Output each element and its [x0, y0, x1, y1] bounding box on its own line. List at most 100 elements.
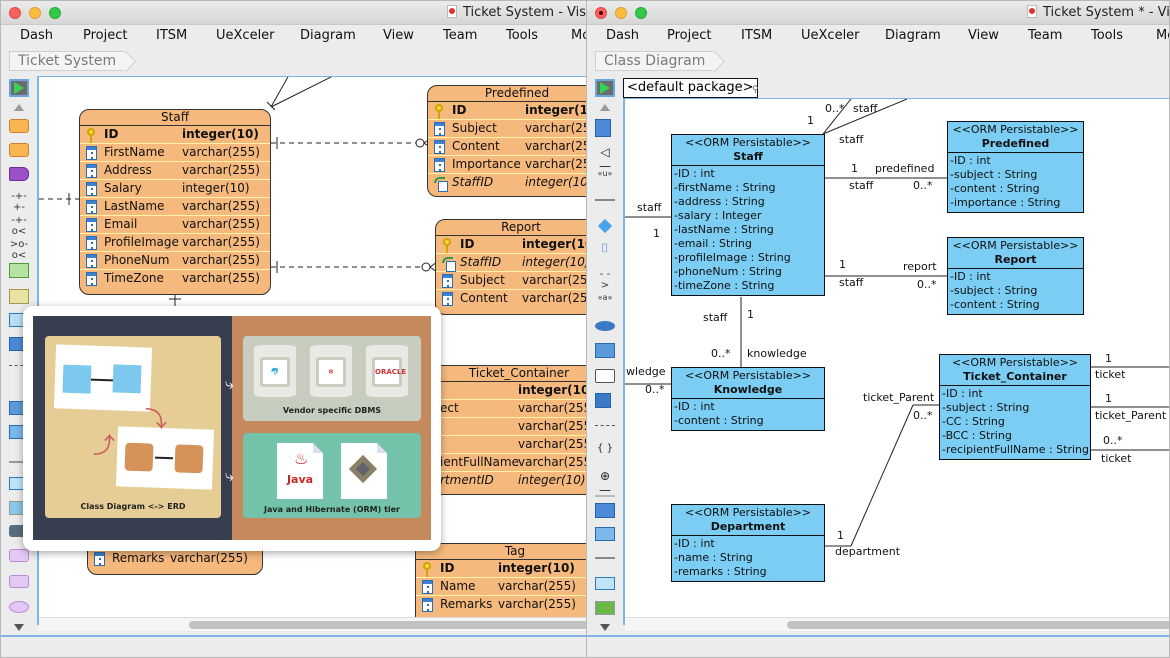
class-attribute[interactable]: -content : String: [948, 182, 1083, 196]
collaboration-icon[interactable]: [595, 321, 615, 331]
class-department[interactable]: <<ORM Persistable>> Department -ID : int…: [671, 504, 825, 582]
class-attribute[interactable]: -profileImage : String: [672, 251, 824, 265]
table-record-icon[interactable]: [9, 263, 29, 278]
class-attribute[interactable]: -content : String: [948, 298, 1083, 312]
containment-icon[interactable]: ⌷: [595, 241, 615, 259]
entity-column[interactable]: LastName varchar(255): [80, 198, 270, 216]
class-attribute[interactable]: -firstName : String: [672, 181, 824, 195]
menu-view[interactable]: View: [383, 28, 414, 43]
class-attribute[interactable]: -name : String: [672, 551, 824, 565]
entity-column[interactable]: ID integer(10): [436, 236, 589, 254]
entity-column[interactable]: ID integer(10): [416, 560, 589, 578]
zoom-window-button[interactable]: [49, 7, 61, 19]
scrollbar-thumb[interactable]: [189, 621, 589, 629]
menu-dash[interactable]: Dash: [20, 28, 53, 43]
entity-icon[interactable]: [9, 119, 29, 133]
scroll-up-icon[interactable]: [595, 100, 615, 118]
class-attribute[interactable]: -ID : int: [948, 270, 1083, 284]
image-icon[interactable]: [595, 601, 615, 615]
many-to-many-relationship-icon[interactable]: >o-o<: [9, 239, 29, 261]
entity-column[interactable]: Remarks varchar(255): [416, 596, 589, 614]
scroll-up-icon[interactable]: [9, 100, 29, 118]
association-icon[interactable]: [595, 199, 615, 201]
entity-column[interactable]: Salary integer(10): [80, 180, 270, 198]
entity-column[interactable]: Email varchar(255): [80, 216, 270, 234]
entity-tag[interactable]: Tag ID integer(10) Name varchar(255) Remarks…: [415, 543, 589, 625]
note-icon[interactable]: [595, 393, 611, 408]
association-line[interactable]: [850, 404, 914, 547]
view-icon[interactable]: [9, 143, 29, 157]
class-predefined[interactable]: <<ORM Persistable>> Predefined -ID : int…: [947, 121, 1084, 213]
entity-column[interactable]: ID integer(10): [428, 102, 589, 120]
class-attribute[interactable]: -subject : String: [948, 284, 1083, 298]
entity-staff[interactable]: Staff ID integer(10) FirstName varchar(255)…: [79, 109, 271, 295]
entity-report[interactable]: Report ID integer(10) StaffID integer(10) Su…: [435, 219, 589, 315]
generalization-icon[interactable]: ◁—: [595, 145, 615, 173]
entity-predefined[interactable]: Predefined ID integer(10) Subject varchar(2…: [427, 85, 589, 197]
class-attribute[interactable]: -ID : int: [672, 400, 824, 414]
class-attribute[interactable]: -lastName : String: [672, 223, 824, 237]
class-attribute[interactable]: -remarks : String: [672, 565, 824, 579]
anchor-icon[interactable]: ⊕—: [595, 469, 615, 497]
ellipse-icon[interactable]: [9, 601, 29, 613]
menu-dash[interactable]: Dash: [606, 28, 639, 43]
class-attribute[interactable]: -content : String: [672, 414, 824, 428]
entity-column[interactable]: ID integer(10): [80, 126, 270, 144]
callout-icon[interactable]: [9, 549, 29, 562]
menu-project[interactable]: Project: [667, 28, 711, 43]
class-knowledge[interactable]: <<ORM Persistable>> Knowledge -ID : int -…: [671, 367, 825, 431]
horizontal-scrollbar[interactable]: [625, 617, 1169, 631]
menu-tools[interactable]: Tools: [1091, 28, 1123, 43]
class-attribute[interactable]: -subject : String: [948, 168, 1083, 182]
menu-more[interactable]: Mo: [1156, 28, 1169, 43]
entity-column[interactable]: Importance varchar(255: [428, 156, 589, 174]
selector-icon[interactable]: [9, 79, 29, 97]
class-report[interactable]: <<ORM Persistable>> Report -ID : int -sub…: [947, 237, 1084, 315]
menu-tools[interactable]: Tools: [506, 28, 538, 43]
class-icon[interactable]: [595, 119, 611, 137]
entity-column[interactable]: ProfileImage varchar(255): [80, 234, 270, 252]
close-window-button[interactable]: [9, 7, 21, 19]
dependency-icon[interactable]: - - >: [595, 269, 615, 291]
menu-project[interactable]: Project: [83, 28, 127, 43]
menu-uexceler[interactable]: UeXceler: [216, 28, 275, 43]
entity-column[interactable]: Subject varchar(255: [428, 120, 589, 138]
scrollbar-thumb[interactable]: [787, 621, 1169, 629]
entity-column[interactable]: FirstName varchar(255): [80, 144, 270, 162]
class-attribute[interactable]: -BCC : String: [940, 429, 1090, 443]
menu-itsm[interactable]: ITSM: [741, 28, 772, 43]
model-icon[interactable]: [595, 369, 615, 383]
menu-view[interactable]: View: [968, 28, 999, 43]
round-rect-icon[interactable]: [9, 575, 29, 588]
class-attribute[interactable]: -CC : String: [940, 415, 1090, 429]
search-icon[interactable]: ⚲: [752, 85, 759, 95]
class-attribute[interactable]: -timeZone : String: [672, 279, 824, 293]
class-attribute[interactable]: -salary : Integer: [672, 209, 824, 223]
menu-diagram[interactable]: Diagram: [885, 28, 941, 43]
menu-team[interactable]: Team: [443, 28, 477, 43]
folder-icon[interactable]: [595, 503, 615, 518]
package-icon[interactable]: [595, 343, 615, 358]
minimize-window-button[interactable]: [29, 7, 41, 19]
horizontal-scrollbar[interactable]: [39, 617, 589, 631]
aggregation-diamond-icon[interactable]: [595, 218, 615, 237]
usage-icon[interactable]: «u»: [595, 169, 615, 187]
class-attribute[interactable]: -address : String: [672, 195, 824, 209]
entity-column[interactable]: Content varchar(255): [436, 290, 589, 308]
entity-column[interactable]: StaffID integer(10): [428, 174, 589, 192]
class-attribute[interactable]: -phoneNum : String: [672, 265, 824, 279]
minimize-window-button[interactable]: [615, 7, 627, 19]
class-attribute[interactable]: -recipientFullName : String: [940, 443, 1090, 457]
stored-procedure-icon[interactable]: [9, 167, 29, 181]
menu-team[interactable]: Team: [1028, 28, 1062, 43]
class-attribute[interactable]: -ID : int: [940, 387, 1090, 401]
menu-uexceler[interactable]: UeXceler: [801, 28, 860, 43]
zoom-window-button[interactable]: [635, 7, 647, 19]
entity-column[interactable]: Name varchar(255): [416, 578, 589, 596]
close-window-button[interactable]: [595, 7, 607, 19]
class-attribute[interactable]: -ID : int: [672, 167, 824, 181]
menu-itsm[interactable]: ITSM: [156, 28, 187, 43]
entity-column[interactable]: Content varchar(255: [428, 138, 589, 156]
database-view-icon[interactable]: [9, 289, 29, 304]
one-to-many-relationship-icon[interactable]: -+-o<: [9, 215, 29, 237]
